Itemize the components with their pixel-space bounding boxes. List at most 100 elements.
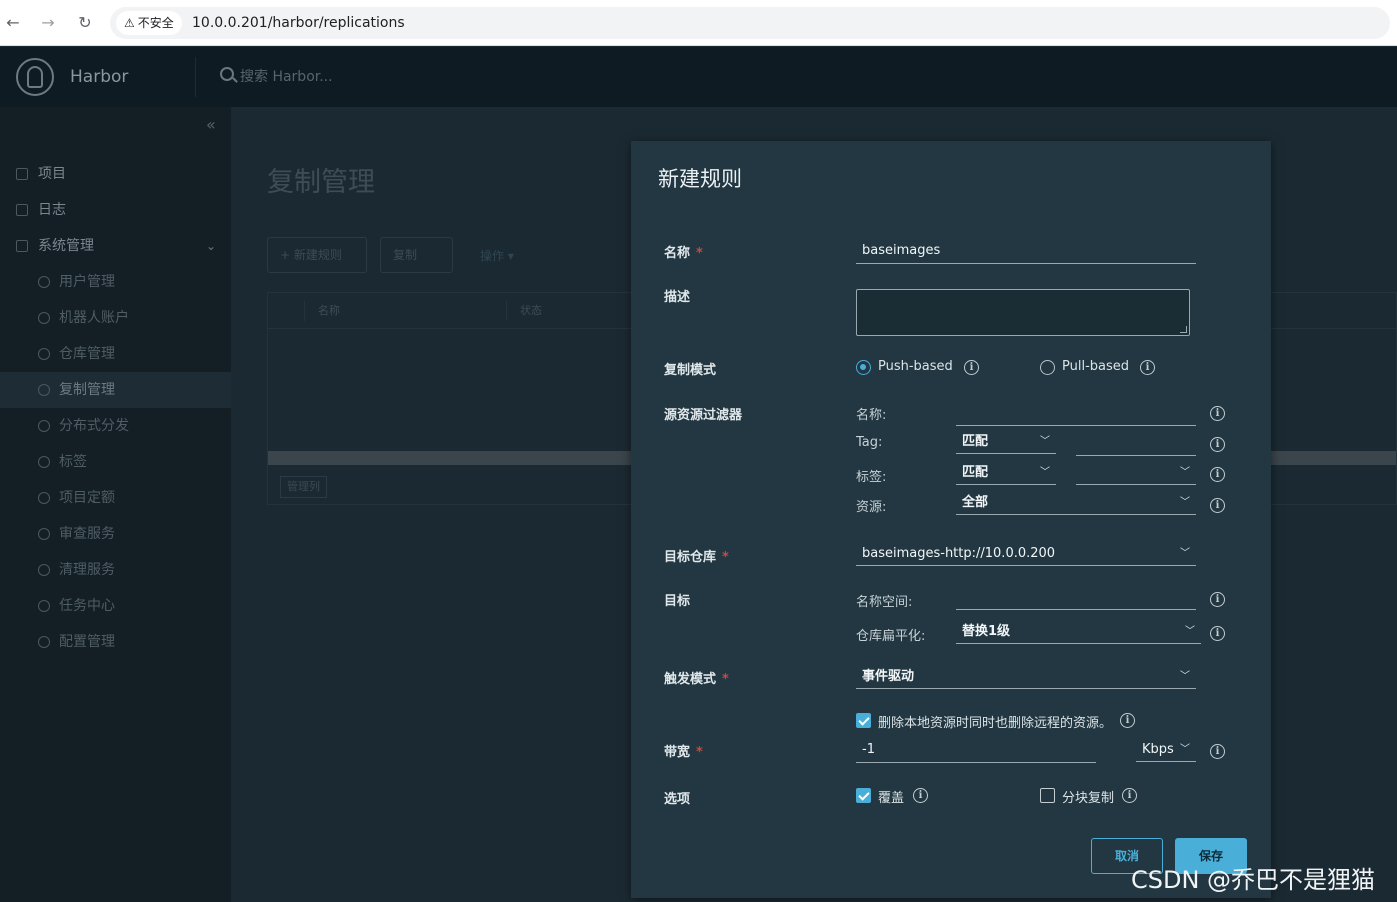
sidebar-item-logs[interactable]: 日志 [0, 192, 231, 228]
new-rule-button[interactable]: + 新建规则 [267, 237, 367, 273]
override-checkbox[interactable] [856, 788, 871, 803]
filter-name-input[interactable] [956, 400, 1196, 426]
address-bar[interactable]: ⚠ 不安全 10.0.0.201/harbor/replications [110, 7, 1390, 39]
column-header-name[interactable]: 名称 [318, 293, 340, 329]
sidebar-item-config[interactable]: 配置管理 [0, 624, 231, 660]
page-title: 复制管理 [267, 167, 375, 198]
filter-label-select[interactable]: 匹配 ﹀ [956, 461, 1056, 485]
bandwidth-unit-select[interactable]: Kbps ﹀ [1136, 738, 1196, 762]
description-label: 描述 [664, 290, 691, 305]
chevron-down-icon: ﹀ [1185, 626, 1195, 637]
description-textarea[interactable] [856, 289, 1190, 336]
trigger-mode-label: 触发模式 * [664, 672, 729, 687]
trigger-mode-select[interactable]: 事件驱动 ﹀ [856, 665, 1196, 689]
share-icon [38, 420, 50, 432]
chevron-down-icon: ﹀ [1180, 497, 1190, 508]
sidebar-item-admin[interactable]: 系统管理 ⌄ [0, 228, 231, 264]
sidebar: « 项目 日志 系统管理 ⌄ 用户管理 机器人账户 仓库管理 复制管理 分布式分… [0, 107, 231, 902]
sidebar-item-labels[interactable]: 标签 [0, 444, 231, 480]
namespace-label: 名称空间: [856, 595, 913, 610]
bandwidth-input[interactable]: -1 [856, 737, 1096, 763]
action-dropdown[interactable]: 操作 ▾ [480, 247, 514, 264]
target-label: 目标 [664, 594, 691, 609]
filter-label-label: 标签: [856, 470, 887, 485]
brand-name[interactable]: Harbor [70, 47, 128, 107]
namespace-input[interactable] [956, 584, 1196, 610]
sidebar-item-robot-accounts[interactable]: 机器人账户 [0, 300, 231, 336]
info-icon[interactable]: i [1210, 592, 1225, 607]
projects-icon [16, 168, 28, 180]
info-icon[interactable]: i [1210, 744, 1225, 759]
chevron-down-icon: ⌄ [206, 239, 217, 253]
info-icon[interactable]: i [1122, 788, 1137, 803]
back-icon[interactable]: ← [2, 12, 24, 34]
sidebar-item-registries[interactable]: 仓库管理 [0, 336, 231, 372]
destination-registry-label: 目标仓库 * [664, 550, 729, 565]
source-filter-label: 源资源过滤器 [664, 408, 743, 423]
flatten-label: 仓库扁平化: [856, 629, 926, 644]
sidebar-item-quotas[interactable]: 项目定额 [0, 480, 231, 516]
info-icon[interactable]: i [1120, 713, 1135, 728]
tag-icon [38, 456, 50, 468]
sidebar-item-projects[interactable]: 项目 [0, 156, 231, 192]
flatten-select[interactable]: 替换1级 ﹀ [956, 620, 1201, 644]
sidebar-item-replications[interactable]: 复制管理 [0, 372, 231, 408]
column-header-status[interactable]: 状态 [520, 293, 542, 329]
warning-icon: ⚠ [124, 16, 135, 30]
sidebar-item-gc[interactable]: 清理服务 [0, 552, 231, 588]
chevron-down-icon: ﹀ [1180, 467, 1190, 478]
reload-icon[interactable]: ↻ [74, 12, 96, 34]
info-icon[interactable]: i [1210, 626, 1225, 641]
forward-icon[interactable]: → [37, 12, 59, 34]
shield-icon [38, 528, 50, 540]
filter-resource-select[interactable]: 全部 ﹀ [956, 491, 1196, 515]
chunked-copy-checkbox[interactable] [1040, 788, 1055, 803]
info-icon[interactable]: i [1210, 498, 1225, 513]
sidebar-item-jobs[interactable]: 任务中心 [0, 588, 231, 624]
new-rule-dialog: 新建规则 名称 * baseimages 描述 复制模式 Push-based i… [631, 141, 1271, 898]
name-input[interactable]: baseimages [856, 238, 1196, 264]
header-divider [195, 57, 196, 97]
chevron-down-icon: ﹀ [1040, 436, 1050, 447]
collapse-sidebar-icon[interactable]: « [206, 115, 216, 134]
chevron-down-icon: ﹀ [1180, 548, 1190, 559]
sidebar-item-distribution[interactable]: 分布式分发 [0, 408, 231, 444]
options-label: 选项 [664, 792, 691, 807]
info-icon[interactable]: i [1210, 467, 1225, 482]
pull-based-radio[interactable] [1040, 360, 1055, 375]
dialog-title: 新建规则 [658, 167, 742, 191]
filter-tag-select[interactable]: 匹配 ﹀ [956, 430, 1056, 454]
destination-registry-select[interactable]: baseimages-http://10.0.0.200 ﹀ [856, 542, 1196, 566]
push-based-radio[interactable] [856, 360, 871, 375]
info-icon[interactable]: i [1210, 437, 1225, 452]
sidebar-item-users[interactable]: 用户管理 [0, 264, 231, 300]
users-icon [38, 276, 50, 288]
registry-icon [38, 348, 50, 360]
delete-remote-checkbox[interactable] [856, 713, 871, 728]
info-icon[interactable]: i [1210, 406, 1225, 421]
chevron-down-icon: ﹀ [1180, 671, 1190, 682]
info-icon[interactable]: i [964, 360, 979, 375]
filter-name-label: 名称: [856, 408, 887, 423]
gear-icon [38, 636, 50, 648]
pull-based-label[interactable]: Pull-based [1062, 359, 1129, 374]
clock-icon [38, 600, 50, 612]
info-icon[interactable]: i [913, 788, 928, 803]
chevron-down-icon: ﹀ [1180, 744, 1190, 755]
delete-remote-label[interactable]: 删除本地资源时同时也删除远程的资源。 [878, 712, 1112, 731]
security-chip[interactable]: ⚠ 不安全 [116, 11, 182, 35]
filter-label-value-select[interactable]: ﹀ [1076, 461, 1196, 485]
push-based-label[interactable]: Push-based [878, 359, 953, 374]
quota-icon [38, 492, 50, 504]
filter-tag-input[interactable] [1076, 430, 1196, 456]
search-input[interactable]: 搜索 Harbor... [240, 47, 333, 107]
chunked-copy-label[interactable]: 分块复制 [1062, 787, 1114, 806]
robot-icon [38, 312, 50, 324]
url-text[interactable]: 10.0.0.201/harbor/replications [192, 7, 405, 39]
harbor-logo-icon[interactable] [16, 58, 54, 96]
info-icon[interactable]: i [1140, 360, 1155, 375]
override-label[interactable]: 覆盖 [878, 787, 904, 806]
manage-columns-button[interactable]: 管理列 [280, 476, 327, 498]
copy-button[interactable]: 复制 [380, 237, 453, 273]
sidebar-item-scanners[interactable]: 审查服务 [0, 516, 231, 552]
